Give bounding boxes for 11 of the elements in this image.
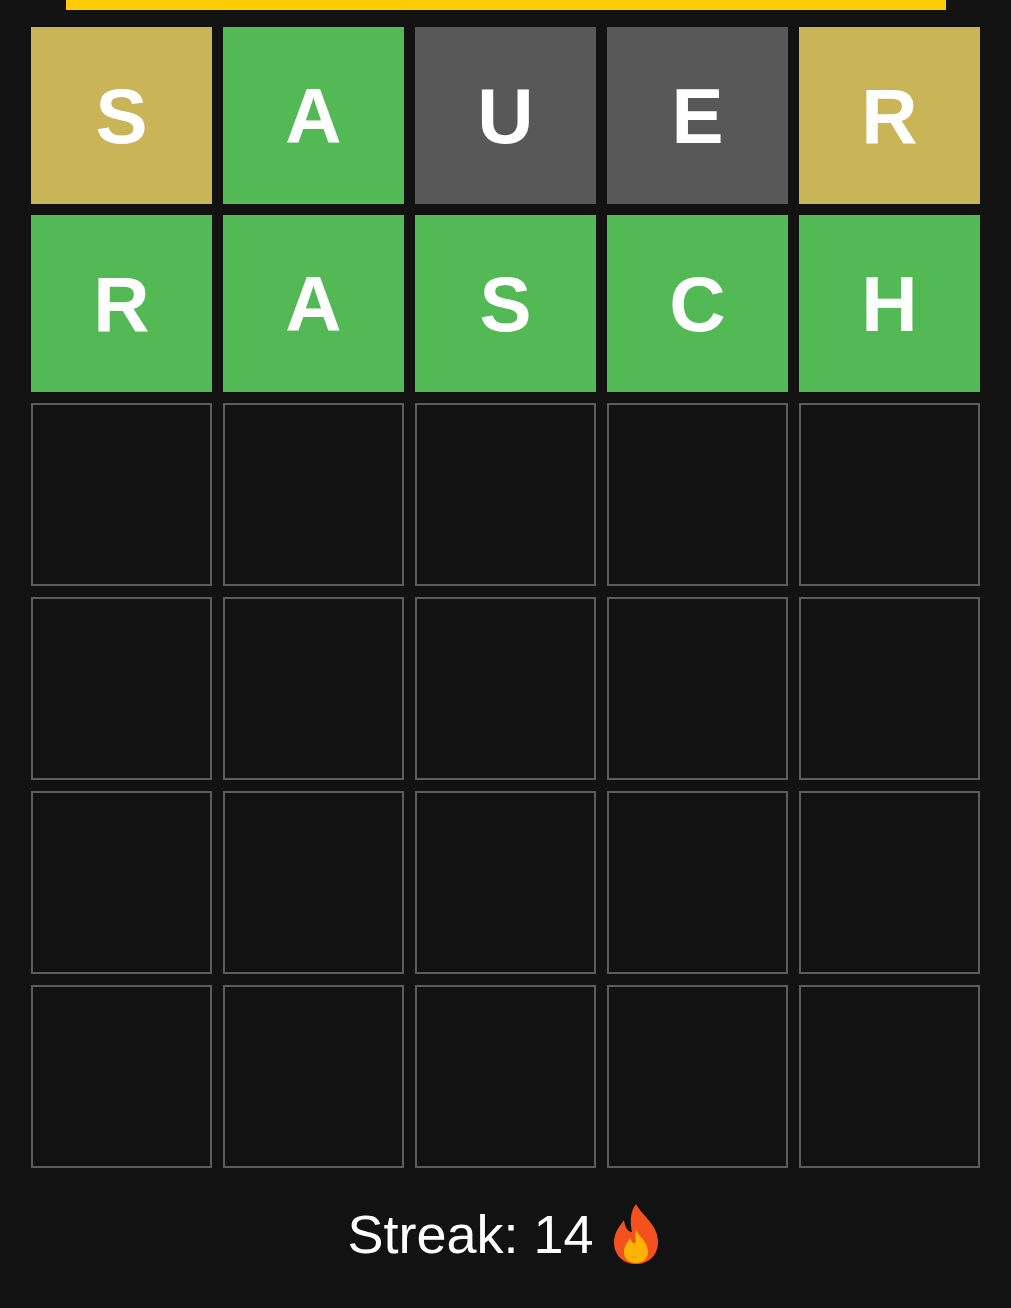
streak-label: Streak: 14 bbox=[347, 1203, 594, 1265]
tile-letter: C bbox=[669, 264, 726, 343]
tile-letter: U bbox=[477, 76, 534, 155]
tile-letter: S bbox=[95, 76, 148, 155]
tile-letter: S bbox=[479, 264, 532, 343]
tile-letter: H bbox=[861, 264, 918, 343]
tile-letter: R bbox=[861, 76, 918, 155]
tile-letter: R bbox=[93, 264, 150, 343]
tile-letter: A bbox=[285, 264, 342, 343]
tile-letter: E bbox=[671, 76, 724, 155]
tile-letter: A bbox=[285, 76, 342, 155]
